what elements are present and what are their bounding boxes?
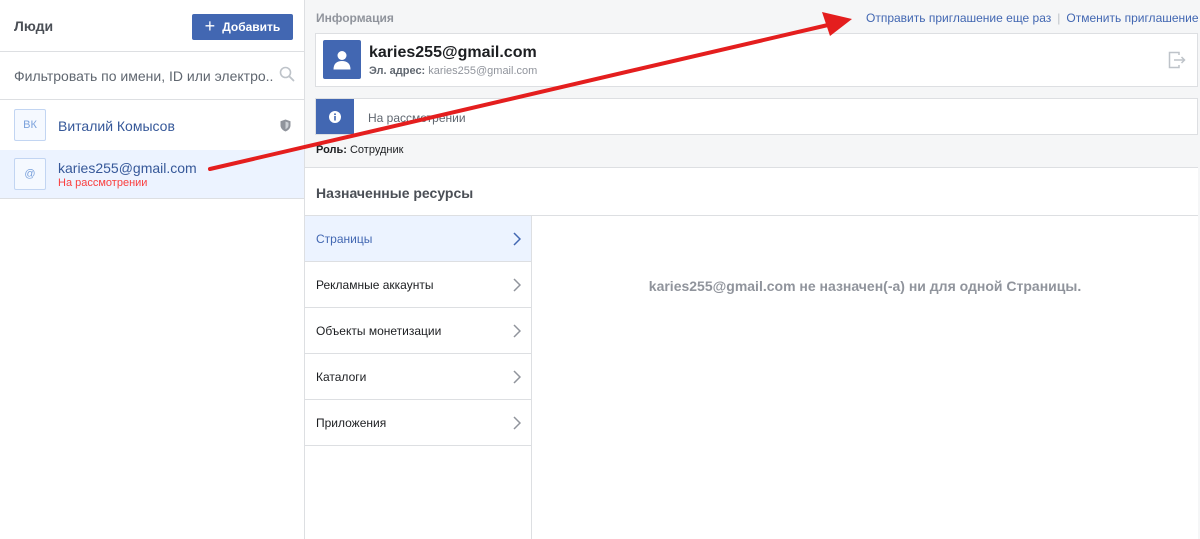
email-label: Эл. адрес:	[369, 65, 426, 77]
chevron-right-icon	[513, 278, 521, 292]
tab-ad-accounts[interactable]: Рекламные аккаунты	[305, 262, 531, 308]
tab-label: Рекламные аккаунты	[316, 278, 434, 292]
tab-label: Страницы	[316, 232, 373, 246]
user-card: karies255@gmail.com Эл. адрес: karies255…	[315, 33, 1198, 87]
divider	[0, 198, 304, 199]
status-text: На рассмотрении	[368, 111, 466, 125]
shield-icon	[280, 119, 291, 132]
chevron-right-icon	[513, 370, 521, 384]
user-icon	[333, 50, 351, 69]
tab-label: Приложения	[316, 416, 387, 430]
person-name: Виталий Комысов	[58, 118, 175, 134]
cancel-invite-link[interactable]: Отменить приглашение	[1066, 11, 1198, 25]
resources-title: Назначенные ресурсы	[316, 185, 474, 201]
link-separator: |	[1057, 11, 1061, 25]
tab-label: Объекты монетизации	[316, 324, 442, 338]
tab-pages[interactable]: Страницы	[305, 216, 531, 262]
person-status: На рассмотрении	[58, 177, 148, 189]
empty-state-message: karies255@gmail.com не назначен(-а) ни д…	[648, 278, 1082, 294]
remove-user-icon[interactable]	[1168, 51, 1186, 69]
people-title: Люди	[14, 18, 54, 34]
person-row[interactable]: ВК Виталий Комысов	[0, 101, 304, 149]
person-name: karies255@gmail.com	[58, 160, 197, 176]
plus-icon: +	[204, 16, 216, 36]
info-icon	[329, 110, 341, 123]
tab-monetization[interactable]: Объекты монетизации	[305, 308, 531, 354]
resend-invite-link[interactable]: Отправить приглашение еще раз	[866, 11, 1051, 25]
chevron-right-icon	[513, 416, 521, 430]
status-notice: На рассмотрении	[315, 98, 1198, 135]
people-panel: Люди + Добавить ВК Виталий Комысов @ kar…	[0, 0, 305, 539]
chevron-right-icon	[513, 232, 521, 246]
user-badge	[323, 40, 361, 79]
people-header: Люди + Добавить	[0, 0, 304, 52]
status-info-badge	[316, 99, 354, 134]
tab-apps[interactable]: Приложения	[305, 400, 531, 446]
resource-tabs: Страницы Рекламные аккаунты Объекты моне…	[305, 216, 532, 539]
search-icon[interactable]	[279, 66, 295, 82]
assigned-resources-panel: Назначенные ресурсы Страницы Рекламные а…	[305, 167, 1198, 539]
filter-input[interactable]	[14, 66, 274, 86]
tab-catalogs[interactable]: Каталоги	[305, 354, 531, 400]
role-value: Сотрудник	[349, 144, 404, 156]
tab-label: Каталоги	[316, 370, 367, 384]
person-row-selected[interactable]: @ karies255@gmail.com На рассмотрении	[0, 150, 304, 198]
user-email-title: karies255@gmail.com	[369, 44, 537, 61]
role-label: Роль:	[316, 144, 347, 156]
person-avatar: @	[14, 158, 46, 190]
invite-actions: Отправить приглашение еще раз | Отменить п…	[866, 11, 1199, 25]
role-line: Роль: Сотрудник	[316, 144, 403, 156]
chevron-right-icon	[513, 324, 521, 338]
add-button[interactable]: + Добавить	[192, 14, 293, 40]
filter-bar	[0, 52, 304, 100]
add-button-label: Добавить	[222, 20, 281, 34]
info-section-label: Информация	[316, 11, 394, 25]
user-email-line: Эл. адрес: karies255@gmail.com	[369, 65, 537, 77]
email-value: karies255@gmail.com	[428, 65, 538, 77]
person-avatar: ВК	[14, 109, 46, 141]
